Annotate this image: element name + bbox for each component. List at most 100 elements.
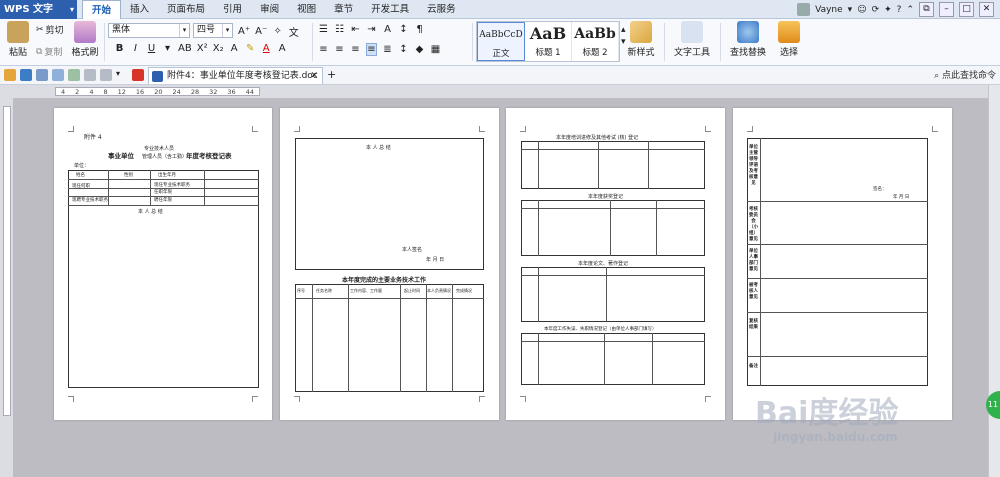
- tab-review[interactable]: 审阅: [251, 0, 288, 19]
- row-label: 单位人事部门意见: [749, 249, 758, 272]
- minimize-button[interactable]: –: [939, 2, 954, 17]
- close-button[interactable]: ✕: [979, 2, 994, 17]
- find-command-box[interactable]: ⌕ 点此查找命令: [934, 68, 996, 81]
- line-spacing-icon[interactable]: ↕: [398, 44, 409, 55]
- find-replace-label: 查找替换: [729, 48, 766, 58]
- italic-icon[interactable]: I: [130, 43, 141, 54]
- chinese-layout-icon[interactable]: A: [382, 24, 393, 35]
- restore-window-button[interactable]: ⧉: [919, 2, 934, 17]
- find-replace-button[interactable]: 查找替换: [724, 21, 772, 58]
- redo-icon[interactable]: [100, 69, 112, 81]
- align-right-icon[interactable]: ≡: [350, 44, 361, 55]
- copy-button[interactable]: ⧉ 复制: [36, 45, 62, 59]
- app-menu-button[interactable]: WPS 文字 ▾: [0, 0, 77, 19]
- char-border-icon[interactable]: A: [277, 43, 288, 54]
- tab-developer[interactable]: 开发工具: [362, 0, 418, 19]
- tab-cloud[interactable]: 云服务: [418, 0, 465, 19]
- align-justify-icon[interactable]: ≡: [366, 43, 377, 56]
- paste-button[interactable]: 粘贴: [2, 21, 34, 58]
- page-corner-mark: [520, 396, 526, 402]
- help-icon[interactable]: ?: [897, 5, 902, 15]
- font-size-select[interactable]: 四号 ▾: [193, 23, 233, 38]
- page-corner-mark: [479, 396, 485, 402]
- chevron-down-icon: ▾: [69, 5, 74, 14]
- smiley-icon[interactable]: ☺: [857, 5, 866, 15]
- clear-format-icon[interactable]: ✧: [272, 26, 283, 37]
- shrink-font-icon[interactable]: A⁻: [255, 26, 267, 37]
- chevron-down-icon[interactable]: ▾: [116, 69, 128, 81]
- open-icon[interactable]: [4, 69, 16, 81]
- indent-icon[interactable]: ⇥: [366, 24, 377, 35]
- highlight-icon[interactable]: ✎: [245, 43, 256, 54]
- user-name[interactable]: Vayne: [815, 5, 843, 15]
- document-page-4[interactable]: 单位主管领导评语及考核意见 考核委员会（小组）意见 单位人事部门意见 被考核人意…: [733, 108, 952, 420]
- bold-icon[interactable]: B: [114, 43, 125, 54]
- align-left-icon[interactable]: ≡: [318, 44, 329, 55]
- row-label: 复核结果: [749, 319, 758, 330]
- ruler-mark: 8: [103, 87, 108, 96]
- font-color-icon[interactable]: A: [261, 43, 272, 54]
- shading-icon[interactable]: ◆: [414, 44, 425, 55]
- section-title: 本年度工作失误、失职情况登记（由单位人事部门填写）: [544, 327, 657, 332]
- pinyin-icon[interactable]: 文: [288, 24, 299, 39]
- tab-page-layout[interactable]: 页面布局: [158, 0, 214, 19]
- document-page-3[interactable]: 本年度培训进修及其他考试 (核) 登记 本年度获奖登记 本年度论文、著作登记 本…: [506, 108, 725, 420]
- superscript-icon[interactable]: X²: [197, 43, 208, 54]
- tab-insert[interactable]: 插入: [121, 0, 158, 19]
- table-rule: [204, 170, 205, 205]
- horizontal-ruler[interactable]: 4 2 4 8 12 16 20 24 28 32 36 44: [0, 85, 1000, 98]
- outdent-icon[interactable]: ⇤: [350, 24, 361, 35]
- document-page-1[interactable]: 附件 4 事业单位 专业技术人员 管理人员（含工勤） 年度考核登记表 单位： 姓…: [54, 108, 272, 420]
- bullet-list-icon[interactable]: ☰: [318, 24, 329, 35]
- new-style-button[interactable]: 新样式: [623, 21, 659, 58]
- text-effect-icon[interactable]: A: [229, 43, 240, 54]
- table-rule: [760, 138, 761, 386]
- grow-font-icon[interactable]: A⁺: [238, 26, 250, 37]
- tab-chapter[interactable]: 章节: [325, 0, 362, 19]
- new-tab-icon[interactable]: +: [327, 69, 339, 81]
- show-marks-icon[interactable]: ¶: [414, 24, 425, 35]
- close-tab-icon[interactable]: ✕: [310, 68, 318, 84]
- underline-icon[interactable]: U: [146, 43, 157, 54]
- cursor-icon: [778, 21, 800, 43]
- borders-icon[interactable]: ▦: [430, 44, 441, 55]
- vertical-ruler[interactable]: [0, 98, 13, 477]
- table-rule: [521, 208, 705, 209]
- distribute-icon[interactable]: ≣: [382, 44, 393, 55]
- ruler-mark: 20: [154, 87, 163, 96]
- collapse-icon[interactable]: ⌃: [906, 5, 914, 15]
- undo-icon[interactable]: [84, 69, 96, 81]
- chevron-down-icon[interactable]: ▾: [162, 43, 173, 54]
- tab-view[interactable]: 视图: [288, 0, 325, 19]
- style-heading-2[interactable]: AaBb 标题 2: [572, 22, 619, 61]
- text-tool-icon: [681, 21, 703, 43]
- column-header: 序号: [297, 288, 305, 293]
- column-header: 工作内容、工作量: [350, 288, 382, 293]
- strikethrough-icon[interactable]: AB: [178, 43, 192, 54]
- tab-references[interactable]: 引用: [214, 0, 251, 19]
- table-rule: [538, 141, 539, 189]
- maximize-button[interactable]: □: [959, 2, 974, 17]
- style-heading-1[interactable]: AaB 标题 1: [525, 22, 572, 61]
- document-page-2[interactable]: 本 人 总 结 本人签名 年 月 日 本年度完成的主要业务技术工作 序号 任务名…: [280, 108, 499, 420]
- align-center-icon[interactable]: ≡: [334, 44, 345, 55]
- font-name-select[interactable]: 黑体 ▾: [108, 23, 190, 38]
- document-tab[interactable]: 附件4：事业单位年度考核登记表.doc ✕: [148, 67, 323, 84]
- numbered-list-icon[interactable]: ☷: [334, 24, 345, 35]
- subscript-icon[interactable]: X₂: [213, 43, 224, 54]
- cut-button[interactable]: ✂ 剪切: [36, 23, 64, 37]
- sort-icon[interactable]: ↕: [398, 24, 409, 35]
- print-icon[interactable]: [52, 69, 64, 81]
- tab-home[interactable]: 开始: [82, 0, 122, 19]
- shirt-icon[interactable]: ✦: [884, 5, 892, 15]
- format-painter-button[interactable]: 格式刷: [68, 21, 102, 58]
- preview-icon[interactable]: [68, 69, 80, 81]
- text-tool-button[interactable]: 文字工具: [668, 21, 716, 58]
- style-normal[interactable]: AaBbCcD 正文: [477, 22, 525, 61]
- save-icon[interactable]: [20, 69, 32, 81]
- save-as-icon[interactable]: [36, 69, 48, 81]
- style-label: 标题 1: [535, 48, 561, 58]
- avatar[interactable]: [797, 3, 811, 16]
- refresh-icon[interactable]: ⟳: [872, 5, 880, 15]
- select-button[interactable]: 选择: [772, 21, 806, 58]
